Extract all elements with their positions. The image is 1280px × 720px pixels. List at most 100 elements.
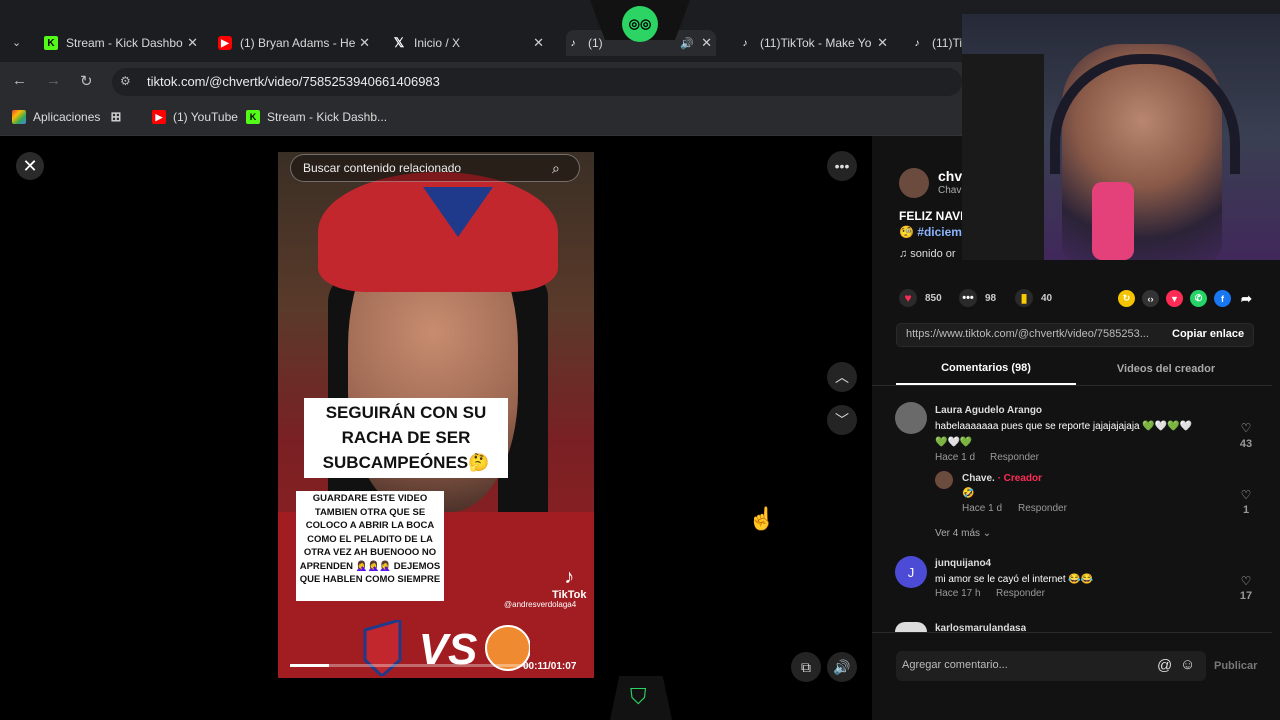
more-options-icon[interactable]: ••• [827,151,857,181]
comment-text: habelaaaaaaa pues que se reporte jajajaj… [935,421,1193,432]
hashtag-link[interactable]: 🧐 #diciem [899,225,962,239]
video-caption-secondary: GUARDARE ESTE VIDEO TAMBIEN OTRA QUE SE … [296,491,444,601]
embed-icon[interactable]: ‹› [1142,290,1159,307]
related-search-input[interactable]: Buscar contenido relacionado [290,154,580,182]
webcam-overlay [962,14,1280,260]
next-video-icon[interactable]: ﹀ [827,405,857,435]
avatar[interactable] [935,471,953,489]
tab-search-icon[interactable]: ⌄ [12,36,21,49]
reply-button[interactable]: Responder [990,452,1039,463]
divider [872,385,1272,386]
video-progress-fill [290,664,330,667]
url-text[interactable]: tiktok.com/@chvertk/video/75852539406614… [147,74,440,89]
favorite-button[interactable]: ▮ 40 [1015,289,1052,307]
shield-icon: ⛉ [630,684,647,709]
audio-playing-icon[interactable]: 🔊 [680,37,694,50]
comment-username[interactable]: Laura Agudelo Arango [935,405,1042,416]
mention-icon[interactable]: @ [1157,657,1172,674]
glasses-mascot-icon: ◎◎ [622,6,658,42]
site-info-icon[interactable]: ⚙ [120,74,131,88]
kick-icon: K [246,110,260,124]
facebook-icon[interactable]: f [1214,290,1231,307]
tiktok-icon: ♪ [564,566,575,588]
reload-icon[interactable]: ↻ [80,72,93,90]
comment-text-cont: 💚🤍💚 [935,437,973,448]
comment-text: mi amor se le cayó el internet 😂😂 [935,574,1094,585]
tab-kick-dashboard[interactable]: K Stream - Kick Dashbo ✕ [44,30,198,56]
emoji-icon[interactable]: ☺ [1180,656,1195,673]
tab-creator-videos[interactable]: Videos del creador [1076,363,1256,375]
kick-icon: K [44,36,58,50]
close-tab-icon[interactable]: ✕ [533,35,544,51]
bookmark-grid[interactable]: ⊞ [109,109,130,124]
repost-icon[interactable]: ↻ [1118,290,1135,307]
close-tab-icon[interactable]: ✕ [359,35,370,51]
creator-name[interactable]: chv [938,168,962,184]
comment-like-icon[interactable]: ♡ [1234,421,1258,435]
grid-icon: ⊞ [110,109,122,124]
search-icon[interactable]: ⌕ [552,160,560,177]
tab-comments[interactable]: Comentarios (98) [896,362,1076,374]
video-time: 00:11/01:07 [523,661,577,672]
like-button[interactable]: ♥ 850 [899,289,942,307]
creator-avatar[interactable] [899,168,929,198]
tab-x[interactable]: 𝕏 Inicio / X ✕ [392,30,544,56]
copy-link-button[interactable]: Copiar enlace [1172,328,1244,340]
share-link-text[interactable]: https://www.tiktok.com/@chvertk/video/75… [906,328,1149,340]
reply-button[interactable]: Responder [1018,503,1067,514]
video-description: FELIZ NAVI [899,209,964,223]
youtube-icon: ▶ [218,36,232,50]
volume-icon[interactable]: 🔊 [827,652,857,682]
send-icon[interactable]: ▼ [1166,290,1183,307]
x-logo-icon: 𝕏 [393,35,405,50]
comment-username[interactable]: karlosmarulandasa [935,623,1026,632]
comment-username[interactable]: junquijano4 [935,558,991,569]
comment-like-icon[interactable]: ♡ [1234,488,1258,502]
tiktok-icon: ♪ [570,37,576,49]
forward-icon[interactable]: → [46,72,61,89]
comment-like-count: 17 [1239,590,1253,602]
close-tab-icon[interactable]: ✕ [187,35,198,51]
publish-button[interactable]: Publicar [1214,660,1257,672]
back-icon[interactable]: ← [12,72,27,89]
comment-button[interactable]: ••• 98 [959,289,996,307]
tab-tiktok-3[interactable]: ♪ (11)Ti [910,30,963,56]
tiktok-icon: ♪ [914,37,920,49]
comment-username[interactable]: Chave. · Creador [962,473,1042,484]
close-icon[interactable]: ✕ [16,152,44,180]
floating-player-icon[interactable]: ⧉ [791,652,821,682]
bookmark-youtube[interactable]: ▶ (1) YouTube [152,110,238,124]
bookmark-apps[interactable]: Aplicaciones [12,110,100,124]
sound-link[interactable]: ♫ sonido or [899,248,956,260]
comment-time: Hace 1 d [962,503,1003,514]
team-vs-graphic: VS [363,620,530,676]
previous-video-icon[interactable]: ︿ [827,362,857,392]
tab-youtube[interactable]: ▶ (1) Bryan Adams - He ✕ [218,30,370,56]
mouse-cursor-icon: ☝ [748,506,776,531]
avatar[interactable] [895,402,927,434]
comment-like-icon[interactable]: ♡ [1234,574,1258,588]
avatar[interactable] [895,622,927,632]
avatar[interactable]: J [895,556,927,588]
reply-button[interactable]: Responder [996,588,1045,599]
youtube-icon: ▶ [152,110,166,124]
divider [872,632,1272,633]
comment-time: Hace 17 h [935,588,981,599]
comment-time: Hace 1 d [935,452,976,463]
heart-icon: ♥ [899,289,917,307]
comment-like-count: 43 [1239,438,1253,450]
apps-grid-icon [12,110,26,124]
whatsapp-icon[interactable]: ✆ [1190,290,1207,307]
bookmark-kick[interactable]: K Stream - Kick Dashb... [246,110,387,124]
share-arrow-icon[interactable]: ➦ [1238,290,1255,307]
creator-nickname: Chav [938,185,962,196]
comment-placeholder: Agregar comentario... [902,659,1008,671]
close-tab-icon[interactable]: ✕ [701,35,712,51]
watermark-username: @andresverdolaga4 [504,600,577,609]
comment-like-count: 1 [1242,504,1250,516]
tab-tiktok-2[interactable]: ♪ (11)TikTok - Make Yo ✕ [738,30,889,56]
close-tab-icon[interactable]: ✕ [877,35,888,51]
see-more-replies[interactable]: Ver 4 más ⌄ [935,528,991,539]
bookmark-icon: ▮ [1015,289,1033,307]
tiktok-icon: ♪ [742,37,748,49]
